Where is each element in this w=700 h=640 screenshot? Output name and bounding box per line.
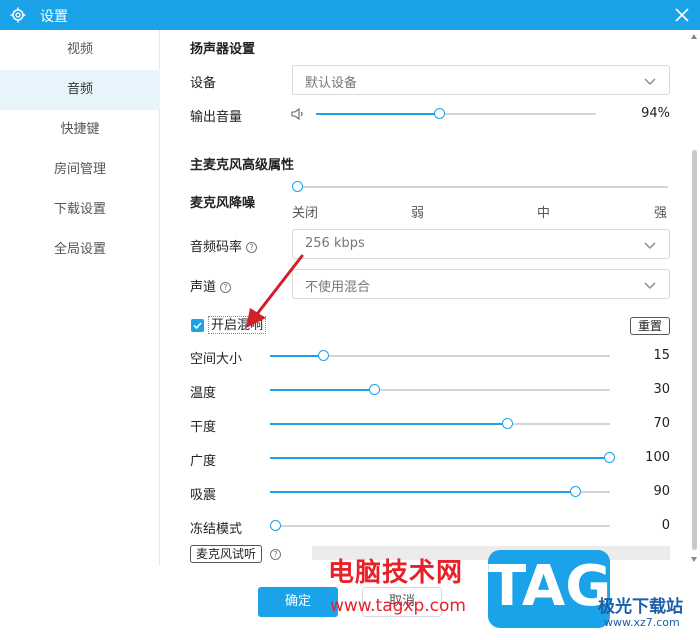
reverb-param-label: 广度: [190, 454, 217, 469]
output-volume-label: 输出音量: [190, 110, 243, 125]
output-volume-thumb[interactable]: [434, 108, 446, 119]
device-select-value: 默认设备: [305, 76, 358, 91]
output-volume-value: 94%: [641, 106, 670, 121]
chevron-down-icon: [644, 242, 656, 249]
channel-select[interactable]: 不使用混合: [292, 269, 670, 299]
bitrate-select-value: 256 kbps: [305, 236, 365, 251]
device-label: 设备: [190, 76, 217, 91]
noise-tick-strong: 强: [654, 206, 668, 221]
speaker-section-title: 扬声器设置: [190, 42, 256, 57]
bitrate-label-text: 音频码率: [190, 240, 243, 255]
reverb-param-value: 100: [645, 450, 670, 465]
sidebar-item-global-settings[interactable]: 全局设置: [0, 230, 160, 270]
title-bar: 设置: [0, 0, 700, 30]
sidebar-item-video[interactable]: 视频: [0, 30, 160, 70]
slider-fill: [270, 491, 576, 493]
slider-thumb[interactable]: [270, 520, 281, 531]
ok-button[interactable]: 确定: [258, 587, 338, 617]
slider-thumb[interactable]: [570, 486, 581, 497]
slider-thumb[interactable]: [318, 350, 330, 361]
help-icon[interactable]: ?: [220, 282, 232, 293]
width-slider[interactable]: [270, 452, 615, 464]
tag-logo: TAG: [488, 550, 612, 628]
output-volume-fill: [316, 113, 440, 115]
noise-tick-medium: 中: [537, 206, 551, 221]
mic-test-button[interactable]: 麦克风试听: [190, 545, 262, 563]
channel-label-text: 声道: [190, 280, 217, 295]
device-select[interactable]: 默认设备: [292, 65, 670, 95]
sidebar: 视频 音频 快捷键 房间管理 下载设置 全局设置: [0, 30, 160, 566]
close-icon[interactable]: [674, 7, 690, 23]
room-size-slider[interactable]: [270, 350, 610, 362]
red-arrow-annotation: [246, 254, 304, 328]
watermark-partner-name: 极光下载站: [598, 597, 683, 617]
sidebar-item-download-settings[interactable]: 下载设置: [0, 190, 160, 230]
reverb-param-label: 空间大小: [190, 352, 243, 367]
reverb-checkbox[interactable]: [191, 319, 204, 332]
window-title: 设置: [40, 9, 68, 25]
dryness-slider[interactable]: [270, 418, 610, 430]
bitrate-select[interactable]: 256 kbps: [292, 229, 670, 259]
reverb-param-label: 干度: [190, 420, 217, 435]
reverb-param-label: 吸震: [190, 488, 217, 503]
noise-tick-weak: 弱: [411, 206, 425, 221]
watermark-site-name: 电脑技术网: [328, 558, 464, 588]
noise-reduction-label: 麦克风降噪: [190, 196, 256, 211]
damping-slider[interactable]: [270, 486, 610, 498]
scroll-down-icon[interactable]: [691, 557, 697, 562]
reverb-param-value: 15: [653, 348, 670, 363]
tag-logo-text: TAG: [488, 554, 612, 619]
sidebar-item-room-management[interactable]: 房间管理: [0, 150, 160, 190]
slider-thumb[interactable]: [369, 384, 381, 395]
settings-content: 扬声器设置 设备 默认设备 输出音量 94% 主麦克风高级属性 麦克风降噪 关闭…: [160, 30, 700, 566]
check-icon: [193, 322, 202, 330]
freeze-mode-slider[interactable]: [270, 520, 610, 532]
scroll-up-icon[interactable]: [691, 34, 697, 39]
chevron-down-icon: [644, 78, 656, 85]
slider-fill: [270, 355, 325, 357]
reverb-param-value: 30: [653, 382, 670, 397]
watermark-partner-url: www.xz7.com: [604, 616, 680, 629]
gear-icon: [10, 7, 26, 23]
noise-reduction-thumb[interactable]: [292, 181, 303, 192]
slider-fill: [270, 457, 610, 459]
speaker-icon: [291, 108, 303, 120]
temperature-slider[interactable]: [270, 384, 610, 396]
sidebar-item-audio[interactable]: 音频: [0, 70, 160, 110]
help-icon[interactable]: ?: [270, 549, 281, 560]
reverb-param-value: 0: [661, 518, 670, 533]
channel-select-value: 不使用混合: [305, 280, 371, 295]
output-volume-slider[interactable]: [316, 108, 596, 120]
reset-button[interactable]: 重置: [630, 317, 670, 335]
sidebar-item-shortcuts[interactable]: 快捷键: [0, 110, 160, 150]
watermark-site-url: www.tagxp.com: [330, 596, 466, 616]
scrollbar-thumb[interactable]: [692, 150, 697, 550]
reverb-param-value: 70: [653, 416, 670, 431]
mic-section-title: 主麦克风高级属性: [190, 158, 295, 173]
slider-fill: [270, 423, 508, 425]
noise-reduction-slider[interactable]: [292, 181, 670, 193]
chevron-down-icon: [644, 282, 656, 289]
reverb-param-label: 温度: [190, 386, 217, 401]
slider-fill: [270, 389, 376, 391]
noise-tick-off: 关闭: [292, 206, 319, 221]
channel-label: 声道?: [190, 276, 232, 295]
reverb-param-label: 冻结模式: [190, 522, 243, 537]
reverb-param-value: 90: [653, 484, 670, 499]
slider-thumb[interactable]: [502, 418, 513, 429]
